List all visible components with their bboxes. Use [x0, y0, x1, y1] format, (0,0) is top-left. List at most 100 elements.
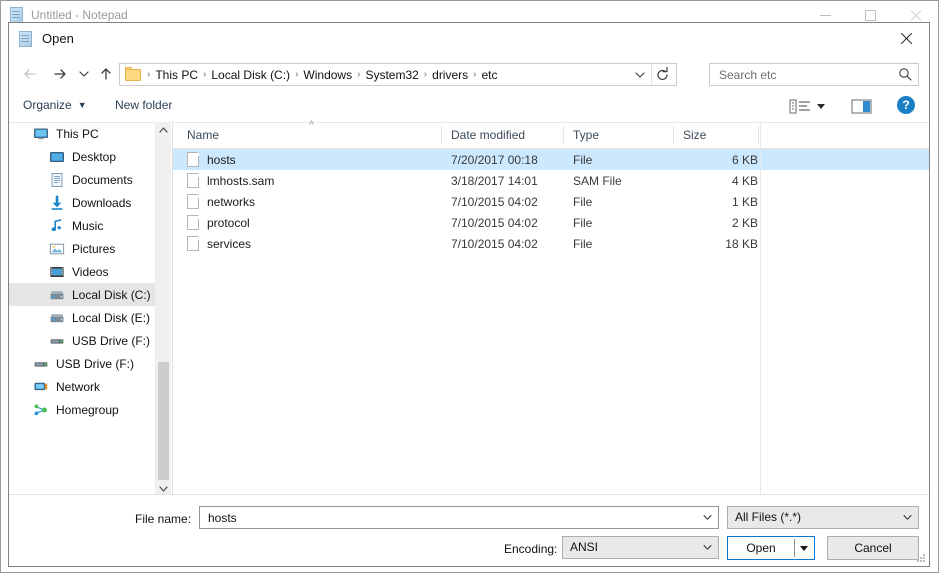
sidebar-item-label: Documents — [72, 172, 133, 187]
breadcrumb-item-system32[interactable]: System32 — [361, 68, 422, 82]
videos-icon — [49, 264, 65, 280]
column-header-size[interactable]: Size — [683, 122, 763, 148]
back-button[interactable] — [19, 63, 43, 85]
notepad-title: Untitled - Notepad — [31, 8, 128, 22]
table-row[interactable]: networks 7/10/2015 04:02 File 1 KB — [173, 191, 929, 212]
sidebar-item-label: Desktop — [72, 149, 117, 164]
sidebar-item-this-pc[interactable]: This PC — [9, 122, 155, 145]
organize-button[interactable]: Organize ▼ — [23, 98, 87, 112]
help-button[interactable]: ? — [897, 96, 915, 114]
caret-down-icon[interactable] — [800, 546, 808, 551]
table-row[interactable]: protocol 7/10/2015 04:02 File 2 KB — [173, 212, 929, 233]
cell-name: lmhosts.sam — [207, 173, 275, 188]
notepad-icon — [18, 31, 34, 47]
downloads-icon — [49, 195, 65, 211]
sidebar-item-usb-drive-f[interactable]: USB Drive (F:) — [9, 329, 155, 352]
encoding-combobox[interactable]: ANSI — [562, 536, 719, 559]
chevron-down-icon — [79, 71, 89, 77]
sidebar-item-downloads[interactable]: Downloads — [9, 191, 155, 214]
column-header-name[interactable]: Name — [187, 122, 437, 148]
file-type-combobox[interactable]: All Files (*.*) — [727, 506, 919, 529]
refresh-button[interactable] — [651, 64, 674, 85]
recent-locations-button[interactable] — [75, 63, 93, 85]
sidebar-item-local-disk-c[interactable]: Local Disk (C:) — [9, 283, 155, 306]
sidebar-item-homegroup[interactable]: Homegroup — [9, 398, 155, 421]
file-list-divider — [760, 122, 761, 497]
sidebar-item-usb-drive-f[interactable]: USB Drive (F:) — [9, 352, 155, 375]
chevron-down-icon — [903, 514, 912, 520]
preview-pane-icon — [851, 99, 872, 114]
sidebar-item-label: Downloads — [72, 195, 132, 210]
forward-arrow-icon — [54, 69, 66, 79]
open-split-divider — [794, 539, 795, 557]
sidebar-item-label: Music — [72, 218, 104, 233]
table-row[interactable]: lmhosts.sam 3/18/2017 14:01 SAM File 4 KB — [173, 170, 929, 191]
sidebar-item-documents[interactable]: Documents — [9, 168, 155, 191]
address-bar[interactable]: › This PC › Local Disk (C:) › Windows › System3… — [119, 63, 677, 86]
chevron-down-icon[interactable] — [703, 514, 712, 521]
breadcrumb-item-drivers[interactable]: drivers — [428, 68, 472, 82]
forward-button[interactable] — [49, 63, 73, 85]
network-icon — [33, 379, 49, 395]
scrollbar-thumb[interactable] — [158, 362, 169, 487]
sidebar-item-videos[interactable]: Videos — [9, 260, 155, 283]
pictures-icon — [49, 241, 65, 257]
breadcrumb-item-this-pc[interactable]: This PC — [151, 68, 202, 82]
breadcrumb-item-windows[interactable]: Windows — [299, 68, 356, 82]
homegroup-icon — [33, 402, 49, 418]
usb-drive-icon — [33, 356, 49, 372]
file-name-label: File name: — [135, 512, 192, 526]
up-button[interactable] — [94, 63, 118, 85]
chevron-down-icon — [703, 544, 712, 550]
column-header-label: Size — [683, 128, 707, 142]
cell-type: SAM File — [573, 173, 622, 188]
sidebar-item-music[interactable]: Music — [9, 214, 155, 237]
search-input[interactable] — [717, 67, 891, 83]
sidebar-item-desktop[interactable]: Desktop — [9, 145, 155, 168]
address-dropdown-button[interactable] — [630, 64, 650, 85]
breadcrumb-item-local-disk-c[interactable]: Local Disk (C:) — [207, 68, 294, 82]
cell-name: networks — [207, 194, 256, 209]
search-box[interactable] — [709, 63, 919, 86]
dialog-title: Open — [42, 31, 74, 46]
sidebar-item-label: USB Drive (F:) — [56, 356, 134, 371]
preview-pane-button[interactable] — [851, 98, 873, 116]
encoding-label: Encoding: — [504, 542, 558, 556]
table-row[interactable]: services 7/10/2015 04:02 File 18 KB — [173, 233, 929, 254]
cell-type: File — [573, 194, 593, 209]
sidebar-item-network[interactable]: Network — [9, 375, 155, 398]
file-name-combobox[interactable] — [199, 506, 719, 529]
open-button-label: Open — [746, 541, 776, 555]
new-folder-button[interactable]: New folder — [115, 98, 172, 112]
file-icon — [187, 236, 199, 251]
dialog-close-button[interactable] — [884, 23, 929, 54]
column-header-type[interactable]: Type — [573, 122, 681, 148]
cell-type: File — [573, 152, 593, 167]
open-button[interactable]: Open — [727, 536, 815, 560]
content-area: This PC Desktop Documents Downloads Music Pic… — [9, 119, 929, 497]
scroll-up-button[interactable] — [156, 122, 171, 139]
file-name-input[interactable] — [206, 510, 690, 526]
sidebar-scrollbar[interactable] — [155, 122, 171, 497]
cell-type: File — [573, 236, 593, 251]
cell-size: 4 KB — [731, 173, 758, 188]
resize-grip-icon[interactable] — [915, 552, 927, 564]
sidebar-item-pictures[interactable]: Pictures — [9, 237, 155, 260]
toolbar: Organize ▼ New folder ? — [9, 92, 929, 123]
encoding-value: ANSI — [570, 540, 599, 554]
column-divider[interactable] — [673, 126, 674, 144]
chevron-up-icon — [159, 127, 168, 133]
view-options-button[interactable] — [789, 98, 833, 116]
breadcrumb-item-etc[interactable]: etc — [478, 68, 502, 82]
sidebar-item-local-disk-e[interactable]: Local Disk (E:) — [9, 306, 155, 329]
cell-size: 1 KB — [731, 194, 758, 209]
table-row[interactable]: hosts 7/20/2017 00:18 File 6 KB — [173, 149, 929, 170]
column-divider[interactable] — [563, 126, 564, 144]
chevron-down-icon: ▼ — [77, 100, 87, 110]
column-header-date-modified[interactable]: Date modified — [451, 122, 569, 148]
navigation-bar: › This PC › Local Disk (C:) › Windows › System3… — [9, 55, 929, 92]
column-divider[interactable] — [441, 126, 442, 144]
column-divider[interactable] — [758, 126, 759, 144]
column-header-label: Date modified — [451, 128, 526, 142]
cancel-button[interactable]: Cancel — [827, 536, 919, 560]
